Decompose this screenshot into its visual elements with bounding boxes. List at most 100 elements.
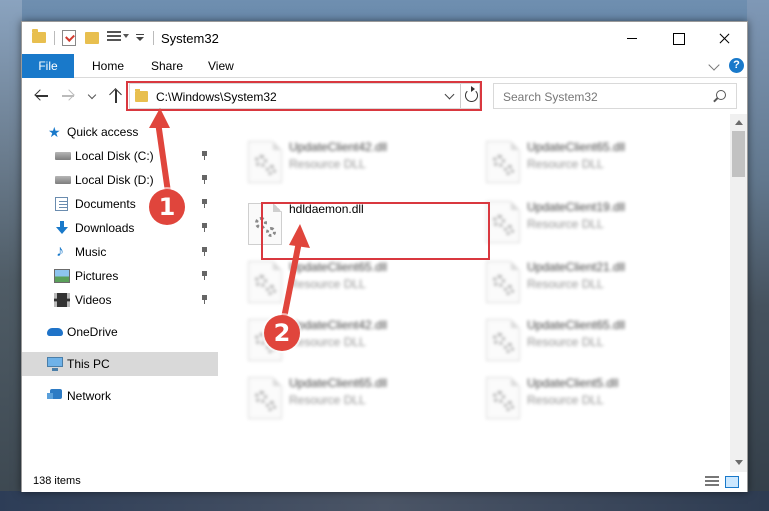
dll-file-icon (486, 377, 520, 419)
sidebar-item-local-disk-c[interactable]: Local Disk (C:) (22, 144, 218, 168)
scroll-down-arrow-icon[interactable] (735, 460, 743, 465)
view-options-icon[interactable] (107, 31, 121, 45)
dll-file-icon (486, 141, 520, 183)
videos-icon (54, 293, 70, 307)
sidebar-item-label: This PC (67, 357, 110, 371)
item-count: 138 items (33, 475, 81, 487)
file-type: Resource DLL (289, 157, 366, 171)
back-arrow-icon[interactable] (34, 88, 50, 104)
tab-share[interactable]: Share (151, 54, 183, 78)
pin-icon[interactable] (201, 199, 208, 208)
address-divider (460, 84, 461, 108)
download-icon (54, 221, 70, 235)
up-arrow-icon[interactable] (108, 87, 124, 104)
dll-file-icon (248, 141, 282, 183)
file-item[interactable]: UpdateClient65.dll Resource DLL (240, 256, 470, 308)
file-name: UpdateClient42.dll (289, 140, 388, 154)
dll-file-icon (248, 377, 282, 419)
sidebar-item-label: Network (67, 389, 112, 403)
forward-arrow-icon[interactable] (60, 88, 76, 104)
address-bar[interactable]: C:\Windows\System32 (129, 83, 480, 109)
sidebar-item-downloads[interactable]: Downloads (22, 216, 218, 240)
pin-icon[interactable] (201, 223, 208, 232)
window-title: System32 (161, 31, 219, 46)
onedrive-icon (47, 328, 63, 336)
maximize-button[interactable] (655, 22, 701, 54)
file-item-hdldaemon[interactable]: hdldaemon.dll (240, 198, 470, 250)
properties-check-icon[interactable] (62, 30, 76, 46)
details-view-icon[interactable] (705, 476, 719, 488)
folder-icon (135, 89, 148, 102)
chevron-down-icon[interactable] (123, 34, 129, 38)
address-dropdown-chevron-icon[interactable] (444, 89, 455, 100)
sidebar-item-label: Quick access (67, 125, 139, 139)
network-icon (47, 389, 62, 399)
music-icon: ♪ (56, 243, 64, 260)
file-item[interactable]: UpdateClient19.dll Resource DLL (478, 196, 708, 248)
search-input[interactable]: Search System32 (493, 83, 737, 109)
file-item[interactable]: UpdateClient65.dll Resource DLL (478, 136, 708, 188)
sidebar-item-pictures[interactable]: Pictures (22, 264, 218, 288)
file-type: Resource DLL (289, 335, 366, 349)
dll-file-icon (248, 203, 282, 245)
sidebar-item-this-pc[interactable]: This PC (22, 352, 218, 376)
file-type: Resource DLL (289, 277, 366, 291)
refresh-icon[interactable] (465, 86, 478, 102)
navigation-pane: ★ Quick access Local Disk (C:) Local Dis… (22, 114, 218, 472)
pin-icon[interactable] (201, 271, 208, 280)
step-badge-2: 2 (264, 315, 300, 351)
file-name: UpdateClient65.dll (289, 260, 388, 274)
file-type: Resource DLL (527, 335, 604, 349)
star-icon: ★ (48, 124, 61, 140)
file-type: Resource DLL (527, 277, 604, 291)
step-badge-1: 1 (149, 189, 185, 225)
sidebar-item-documents[interactable]: Documents (22, 192, 218, 216)
customize-quick-access-icon[interactable] (136, 34, 144, 42)
pin-icon[interactable] (201, 175, 208, 184)
scroll-thumb[interactable] (732, 131, 745, 177)
file-name: UpdateClient5.dll (527, 376, 619, 390)
expand-ribbon-icon[interactable] (708, 59, 720, 71)
sidebar-item-label: Pictures (75, 269, 119, 283)
large-icons-view-icon[interactable] (725, 476, 739, 488)
sidebar-item-network[interactable]: Network (22, 384, 218, 408)
file-type: Resource DLL (527, 393, 604, 407)
scroll-up-arrow-icon[interactable] (735, 120, 743, 125)
file-list: UpdateClient42.dll Resource DLL UpdateCl… (218, 114, 730, 472)
sidebar-item-onedrive[interactable]: OneDrive (22, 320, 218, 344)
dll-file-icon (486, 319, 520, 361)
tab-home[interactable]: Home (92, 54, 124, 78)
file-item[interactable]: UpdateClient5.dll Resource DLL (478, 372, 708, 424)
file-name: UpdateClient65.dll (289, 376, 388, 390)
file-name: UpdateClient21.dll (527, 260, 626, 274)
pin-icon[interactable] (201, 151, 208, 160)
file-item[interactable]: UpdateClient65.dll Resource DLL (240, 372, 470, 424)
tab-view[interactable]: View (208, 54, 234, 78)
tab-file[interactable]: File (22, 54, 74, 78)
sidebar-item-local-disk-d[interactable]: Local Disk (D:) (22, 168, 218, 192)
search-icon[interactable] (716, 90, 726, 100)
pin-icon[interactable] (201, 295, 208, 304)
file-explorer-window: System32 File Home Share View ? C:\Windo… (21, 21, 748, 492)
status-bar: 138 items (22, 472, 747, 492)
close-button[interactable] (701, 22, 747, 54)
sidebar-item-videos[interactable]: Videos (22, 288, 218, 312)
desktop-background-bottom (0, 491, 769, 511)
minimize-button[interactable] (609, 22, 655, 54)
desktop-background-right (747, 0, 769, 511)
file-item[interactable]: UpdateClient42.dll Resource DLL (240, 136, 470, 188)
file-item[interactable]: UpdateClient21.dll Resource DLL (478, 256, 708, 308)
file-type: Resource DLL (527, 217, 604, 231)
recent-locations-chevron-icon[interactable] (87, 90, 97, 100)
new-folder-icon[interactable] (85, 32, 99, 44)
address-path[interactable]: C:\Windows\System32 (156, 90, 277, 104)
sidebar-item-quick-access[interactable]: ★ Quick access (22, 120, 218, 144)
help-icon[interactable]: ? (729, 58, 744, 73)
sidebar-item-music[interactable]: ♪ Music (22, 240, 218, 264)
file-name: UpdateClient65.dll (527, 318, 626, 332)
search-placeholder: Search System32 (503, 90, 598, 104)
file-item[interactable]: UpdateClient65.dll Resource DLL (478, 314, 708, 366)
title-bar: System32 (22, 22, 747, 54)
vertical-scrollbar[interactable] (730, 114, 747, 472)
pin-icon[interactable] (201, 247, 208, 256)
